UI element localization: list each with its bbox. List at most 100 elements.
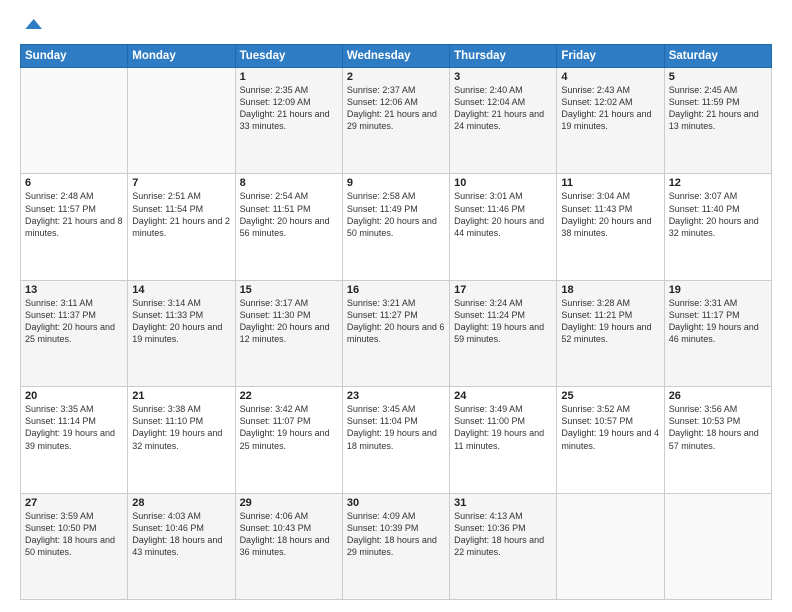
day-cell: 6Sunrise: 2:48 AM Sunset: 11:57 PM Dayli…: [21, 174, 128, 280]
logo: [20, 16, 42, 34]
day-cell: 21Sunrise: 3:38 AM Sunset: 11:10 PM Dayl…: [128, 387, 235, 493]
day-number: 12: [669, 177, 767, 189]
day-info: Sunrise: 3:01 AM Sunset: 11:46 PM Daylig…: [454, 190, 552, 239]
weekday-header-row: SundayMondayTuesdayWednesdayThursdayFrid…: [21, 45, 772, 68]
day-info: Sunrise: 2:35 AM Sunset: 12:09 AM Daylig…: [240, 84, 338, 133]
day-cell: 29Sunrise: 4:06 AM Sunset: 10:43 PM Dayl…: [235, 493, 342, 599]
day-number: 26: [669, 390, 767, 402]
day-number: 18: [561, 284, 659, 296]
weekday-wednesday: Wednesday: [342, 45, 449, 68]
day-info: Sunrise: 3:52 AM Sunset: 10:57 PM Daylig…: [561, 403, 659, 452]
day-info: Sunrise: 4:09 AM Sunset: 10:39 PM Daylig…: [347, 510, 445, 559]
day-cell: 7Sunrise: 2:51 AM Sunset: 11:54 PM Dayli…: [128, 174, 235, 280]
day-cell: [128, 68, 235, 174]
day-cell: [664, 493, 771, 599]
day-cell: 27Sunrise: 3:59 AM Sunset: 10:50 PM Dayl…: [21, 493, 128, 599]
day-number: 4: [561, 71, 659, 83]
day-cell: 13Sunrise: 3:11 AM Sunset: 11:37 PM Dayl…: [21, 280, 128, 386]
day-cell: 12Sunrise: 3:07 AM Sunset: 11:40 PM Dayl…: [664, 174, 771, 280]
weekday-thursday: Thursday: [450, 45, 557, 68]
day-info: Sunrise: 3:07 AM Sunset: 11:40 PM Daylig…: [669, 190, 767, 239]
day-number: 8: [240, 177, 338, 189]
day-cell: 1Sunrise: 2:35 AM Sunset: 12:09 AM Dayli…: [235, 68, 342, 174]
day-number: 31: [454, 497, 552, 509]
day-info: Sunrise: 4:03 AM Sunset: 10:46 PM Daylig…: [132, 510, 230, 559]
week-row-2: 6Sunrise: 2:48 AM Sunset: 11:57 PM Dayli…: [21, 174, 772, 280]
day-number: 23: [347, 390, 445, 402]
day-cell: 11Sunrise: 3:04 AM Sunset: 11:43 PM Dayl…: [557, 174, 664, 280]
day-info: Sunrise: 3:42 AM Sunset: 11:07 PM Daylig…: [240, 403, 338, 452]
day-cell: 16Sunrise: 3:21 AM Sunset: 11:27 PM Dayl…: [342, 280, 449, 386]
day-info: Sunrise: 3:59 AM Sunset: 10:50 PM Daylig…: [25, 510, 123, 559]
day-number: 27: [25, 497, 123, 509]
day-number: 6: [25, 177, 123, 189]
day-cell: 4Sunrise: 2:43 AM Sunset: 12:02 AM Dayli…: [557, 68, 664, 174]
week-row-1: 1Sunrise: 2:35 AM Sunset: 12:09 AM Dayli…: [21, 68, 772, 174]
day-cell: [21, 68, 128, 174]
weekday-tuesday: Tuesday: [235, 45, 342, 68]
header: [20, 16, 772, 34]
day-cell: 9Sunrise: 2:58 AM Sunset: 11:49 PM Dayli…: [342, 174, 449, 280]
day-number: 9: [347, 177, 445, 189]
day-cell: 18Sunrise: 3:28 AM Sunset: 11:21 PM Dayl…: [557, 280, 664, 386]
week-row-5: 27Sunrise: 3:59 AM Sunset: 10:50 PM Dayl…: [21, 493, 772, 599]
day-number: 20: [25, 390, 123, 402]
day-info: Sunrise: 3:14 AM Sunset: 11:33 PM Daylig…: [132, 297, 230, 346]
day-number: 30: [347, 497, 445, 509]
day-number: 15: [240, 284, 338, 296]
day-info: Sunrise: 2:43 AM Sunset: 12:02 AM Daylig…: [561, 84, 659, 133]
weekday-sunday: Sunday: [21, 45, 128, 68]
day-cell: 15Sunrise: 3:17 AM Sunset: 11:30 PM Dayl…: [235, 280, 342, 386]
day-info: Sunrise: 4:06 AM Sunset: 10:43 PM Daylig…: [240, 510, 338, 559]
day-number: 19: [669, 284, 767, 296]
day-number: 22: [240, 390, 338, 402]
day-number: 17: [454, 284, 552, 296]
day-cell: 23Sunrise: 3:45 AM Sunset: 11:04 PM Dayl…: [342, 387, 449, 493]
day-info: Sunrise: 3:11 AM Sunset: 11:37 PM Daylig…: [25, 297, 123, 346]
day-cell: 10Sunrise: 3:01 AM Sunset: 11:46 PM Dayl…: [450, 174, 557, 280]
week-row-4: 20Sunrise: 3:35 AM Sunset: 11:14 PM Dayl…: [21, 387, 772, 493]
day-cell: 8Sunrise: 2:54 AM Sunset: 11:51 PM Dayli…: [235, 174, 342, 280]
weekday-friday: Friday: [557, 45, 664, 68]
day-number: 10: [454, 177, 552, 189]
day-info: Sunrise: 4:13 AM Sunset: 10:36 PM Daylig…: [454, 510, 552, 559]
logo-icon: [22, 14, 42, 34]
weekday-saturday: Saturday: [664, 45, 771, 68]
page: SundayMondayTuesdayWednesdayThursdayFrid…: [0, 0, 792, 612]
day-info: Sunrise: 2:45 AM Sunset: 11:59 PM Daylig…: [669, 84, 767, 133]
day-cell: [557, 493, 664, 599]
day-cell: 5Sunrise: 2:45 AM Sunset: 11:59 PM Dayli…: [664, 68, 771, 174]
day-cell: 26Sunrise: 3:56 AM Sunset: 10:53 PM Dayl…: [664, 387, 771, 493]
calendar: SundayMondayTuesdayWednesdayThursdayFrid…: [20, 44, 772, 600]
day-number: 24: [454, 390, 552, 402]
day-cell: 31Sunrise: 4:13 AM Sunset: 10:36 PM Dayl…: [450, 493, 557, 599]
day-cell: 2Sunrise: 2:37 AM Sunset: 12:06 AM Dayli…: [342, 68, 449, 174]
day-info: Sunrise: 2:54 AM Sunset: 11:51 PM Daylig…: [240, 190, 338, 239]
day-cell: 20Sunrise: 3:35 AM Sunset: 11:14 PM Dayl…: [21, 387, 128, 493]
day-info: Sunrise: 3:17 AM Sunset: 11:30 PM Daylig…: [240, 297, 338, 346]
day-cell: 22Sunrise: 3:42 AM Sunset: 11:07 PM Dayl…: [235, 387, 342, 493]
day-number: 11: [561, 177, 659, 189]
day-number: 29: [240, 497, 338, 509]
day-number: 2: [347, 71, 445, 83]
day-info: Sunrise: 3:21 AM Sunset: 11:27 PM Daylig…: [347, 297, 445, 346]
day-info: Sunrise: 3:04 AM Sunset: 11:43 PM Daylig…: [561, 190, 659, 239]
day-number: 13: [25, 284, 123, 296]
day-number: 14: [132, 284, 230, 296]
day-number: 7: [132, 177, 230, 189]
day-info: Sunrise: 2:58 AM Sunset: 11:49 PM Daylig…: [347, 190, 445, 239]
day-number: 21: [132, 390, 230, 402]
day-info: Sunrise: 2:40 AM Sunset: 12:04 AM Daylig…: [454, 84, 552, 133]
day-info: Sunrise: 3:38 AM Sunset: 11:10 PM Daylig…: [132, 403, 230, 452]
day-number: 25: [561, 390, 659, 402]
day-info: Sunrise: 3:56 AM Sunset: 10:53 PM Daylig…: [669, 403, 767, 452]
day-info: Sunrise: 3:24 AM Sunset: 11:24 PM Daylig…: [454, 297, 552, 346]
day-number: 16: [347, 284, 445, 296]
day-cell: 24Sunrise: 3:49 AM Sunset: 11:00 PM Dayl…: [450, 387, 557, 493]
day-info: Sunrise: 3:31 AM Sunset: 11:17 PM Daylig…: [669, 297, 767, 346]
day-info: Sunrise: 3:35 AM Sunset: 11:14 PM Daylig…: [25, 403, 123, 452]
day-cell: 14Sunrise: 3:14 AM Sunset: 11:33 PM Dayl…: [128, 280, 235, 386]
weekday-monday: Monday: [128, 45, 235, 68]
week-row-3: 13Sunrise: 3:11 AM Sunset: 11:37 PM Dayl…: [21, 280, 772, 386]
day-cell: 17Sunrise: 3:24 AM Sunset: 11:24 PM Dayl…: [450, 280, 557, 386]
